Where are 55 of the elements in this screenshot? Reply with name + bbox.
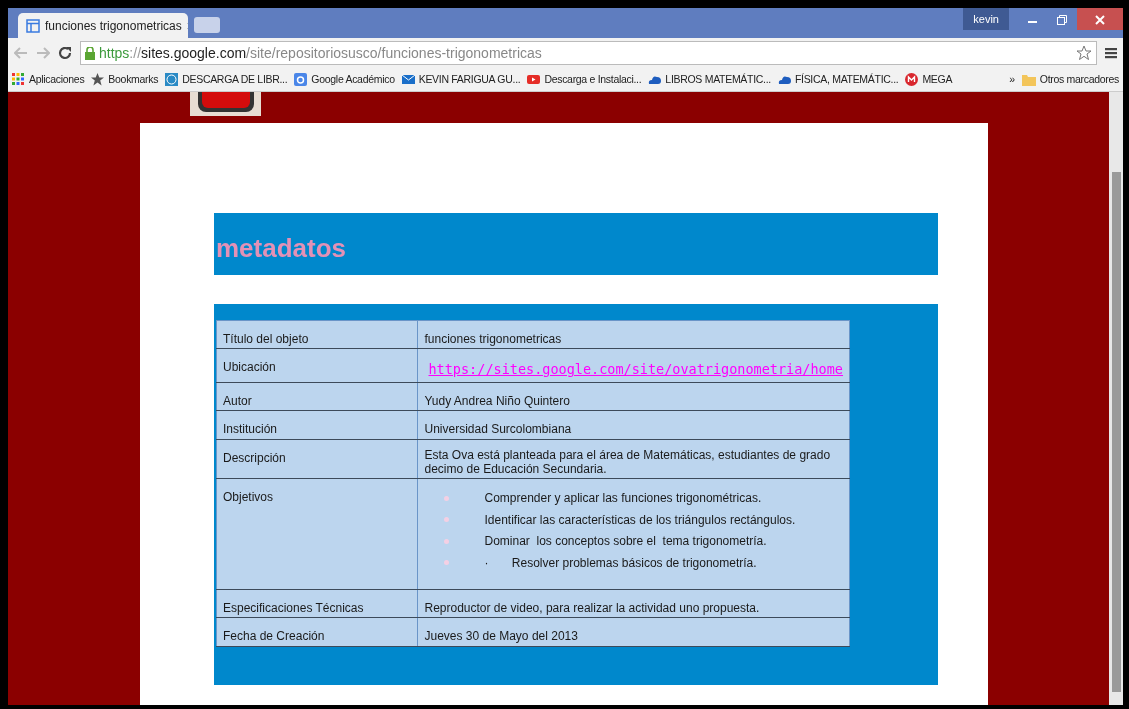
list-item: Comprender y aplicar las funciones trigonométricas. bbox=[484, 491, 762, 506]
bookmark[interactable]: FÍSICA, MATEMÁTIC... bbox=[777, 71, 899, 88]
more-bookmarks-button[interactable]: » bbox=[1009, 71, 1015, 88]
apps-icon bbox=[12, 73, 25, 86]
bookmark[interactable]: Google Académico bbox=[294, 71, 395, 88]
bullet-icon bbox=[444, 517, 450, 523]
scrollbar[interactable] bbox=[1109, 92, 1123, 705]
table-cell: Jueves 30 de Mayo del 2013 bbox=[418, 617, 850, 647]
table-cell: Institución bbox=[216, 410, 418, 440]
bullet-icon bbox=[444, 496, 450, 502]
table-cell: Esta Ova está planteada para el área de Matemáticas, estudiantes de grado decimo de Educación Secundaria. bbox=[418, 439, 850, 479]
bookmark-folder[interactable]: Otros marcadores bbox=[1021, 71, 1119, 88]
bullet-icon bbox=[444, 538, 450, 544]
bookmark[interactable]: Aplicaciones bbox=[12, 71, 85, 88]
table-cell: Yudy Andrea Niño Quintero bbox=[418, 382, 850, 411]
lock-icon bbox=[85, 46, 95, 60]
play-icon bbox=[527, 73, 541, 86]
bookmark[interactable]: LIBROS MATEMÁTIC... bbox=[648, 71, 771, 88]
tab-title: funciones trigonometricas bbox=[45, 17, 182, 35]
list-item: Identificar las características de los triángulos rectángulos. bbox=[484, 512, 796, 528]
table-cell: Especificaciones Técnicas bbox=[216, 589, 418, 618]
bullet-icon bbox=[444, 560, 450, 566]
bookmark[interactable]: Descarga e Instalaci... bbox=[527, 71, 642, 88]
table-cell: Universidad Surcolombiana bbox=[418, 410, 850, 440]
folder-icon bbox=[1021, 73, 1036, 86]
table-cell: Título del objeto bbox=[216, 320, 418, 349]
table-cell: Objetivos bbox=[216, 478, 418, 590]
list-item: · Resolver problemas básicos de trigonometría. bbox=[484, 555, 757, 570]
page-heading: metadatos bbox=[216, 233, 347, 265]
scrollbar-thumb[interactable] bbox=[1111, 172, 1121, 692]
reload-icon[interactable] bbox=[58, 46, 72, 60]
mega-icon bbox=[905, 73, 919, 86]
bookmark[interactable]: MEGA bbox=[905, 71, 953, 88]
user-badge[interactable]: kevin bbox=[963, 8, 1009, 30]
table-cell: Descripción bbox=[216, 439, 418, 479]
bookmark[interactable]: Bookmarks bbox=[91, 71, 159, 88]
list-item: Dominar los conceptos sobre el tema trigonometría. bbox=[484, 534, 767, 549]
star-icon[interactable] bbox=[1076, 45, 1092, 61]
bookmark[interactable]: KEVIN FARIGUA GU... bbox=[401, 71, 521, 88]
table-cell: Autor bbox=[216, 382, 418, 411]
star-icon bbox=[91, 73, 105, 86]
menu-icon[interactable] bbox=[1105, 47, 1117, 59]
url-text: https://sites.google.com/site/repositoriosusco/funciones-trigonometricas bbox=[99, 43, 542, 63]
table-cell: funciones trigonometricas bbox=[418, 320, 850, 349]
mail-icon bbox=[401, 73, 415, 86]
close-button[interactable] bbox=[1077, 8, 1123, 30]
page-icon bbox=[26, 18, 40, 33]
table-cell: Reproductor de video, para realizar la actividad uno propuesta. bbox=[418, 589, 850, 618]
close-icon bbox=[1095, 14, 1105, 25]
restore-icon bbox=[1057, 14, 1067, 25]
bookmark[interactable]: DESCARGA DE LIBR... bbox=[165, 71, 288, 88]
table-cell: Ubicación bbox=[216, 348, 418, 383]
table-cell: Fecha de Creación bbox=[216, 617, 418, 647]
browser-tab[interactable]: funciones trigonometricas bbox=[18, 13, 188, 38]
address-bar[interactable]: https://sites.google.com/site/repositoriosusco/funciones-trigonometricas bbox=[80, 41, 1097, 65]
